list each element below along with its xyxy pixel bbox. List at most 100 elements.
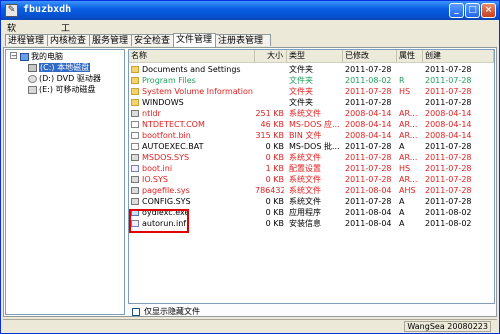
cell-modified: 2011-07-28	[345, 142, 392, 151]
cell-modified: 2011-08-04	[345, 186, 392, 195]
file-row[interactable]: Documents and Settings 文件夹 2011-07-28 2011-…	[129, 64, 494, 75]
cell-attr: R	[399, 76, 405, 85]
tree-item-drive-d[interactable]: (D:) DVD 驱动器	[28, 73, 101, 84]
cell-type: 文件夹	[289, 98, 313, 107]
tab-files[interactable]: 文件管理	[173, 33, 216, 47]
cell-name: bootfont.bin	[131, 130, 255, 141]
file-name: NTDETECT.COM	[142, 120, 205, 129]
file-name: MSDOS.SYS	[142, 153, 190, 162]
cell-size: 0 KB	[265, 142, 284, 151]
cell-attr: A	[399, 197, 405, 206]
show-hidden-option[interactable]: 仅显示隐藏文件	[132, 306, 200, 317]
file-row[interactable]: CONFIG.SYS 0 KB 系统文件 2011-07-28 A 2011-07-28	[129, 196, 494, 207]
suspicious-files-highlight	[129, 209, 189, 233]
cell-size: 0 KB	[265, 197, 284, 206]
file-icon	[131, 154, 139, 161]
cell-size: 46 KB	[260, 120, 284, 129]
cell-modified: 2011-08-02	[345, 76, 392, 85]
column-attributes[interactable]: 属性	[397, 50, 423, 62]
column-name[interactable]: 名称	[129, 50, 255, 62]
file-row[interactable]: NTDETECT.COM 46 KB MS-DOS 应... 2008-04-14 AR…	[129, 119, 494, 130]
cell-type: 系统文件	[289, 186, 321, 195]
file-row[interactable]: pagefile.sys 786432 KB 系统文件 2011-08-04 AHS 20…	[129, 185, 494, 196]
main-window: ✎ fbuzbxdh _ □ × 软件设置(Z) 工具(T) 进程管理 内核检查…	[0, 0, 500, 334]
file-icon	[131, 176, 139, 183]
cell-size: 251 KB	[255, 109, 284, 118]
cell-name: WINDOWS	[131, 97, 255, 108]
cell-created: 2011-07-28	[425, 164, 472, 173]
dvd-drive-icon	[28, 74, 37, 83]
file-list[interactable]: 名称 大小 类型 已修改 属性 创建 Documents and Setting…	[128, 49, 495, 304]
file-row[interactable]: bootfont.bin 315 KB BIN 文件 2008-04-14 AR... 2…	[129, 130, 494, 141]
cell-name: IO.SYS	[131, 174, 255, 185]
drive-tree[interactable]: − 我的电脑 (C:) 本地磁盘 (D:) DVD 驱动器 (E:) 可移动磁盘	[5, 49, 125, 315]
cell-name: pagefile.sys	[131, 185, 255, 196]
title-bar[interactable]: ✎ fbuzbxdh _ □ ×	[1, 1, 499, 20]
cell-created: 2011-07-28	[425, 142, 472, 151]
show-hidden-label: 仅显示隐藏文件	[144, 307, 200, 316]
cell-attr: AR...	[399, 109, 418, 118]
cell-type: 配置设置	[289, 164, 321, 173]
tab-registry[interactable]: 注册表管理	[215, 34, 271, 46]
tab-kernel[interactable]: 内核检查	[47, 34, 90, 46]
tab-services[interactable]: 服务管理	[89, 34, 132, 46]
cell-size: 786432 KB	[255, 186, 284, 195]
tree-item-computer[interactable]: 我的电脑	[20, 51, 63, 62]
column-modified[interactable]: 已修改	[343, 50, 397, 62]
file-icon	[131, 198, 139, 205]
minimize-icon[interactable]: _	[449, 3, 464, 18]
file-row[interactable]: WINDOWS 文件夹 2011-07-28 2011-07-28	[129, 97, 494, 108]
cell-modified: 2011-07-28	[345, 153, 392, 162]
cell-modified: 2011-07-28	[345, 175, 392, 184]
tab-security[interactable]: 安全检查	[131, 34, 174, 46]
file-row[interactable]: AUTOEXEC.BAT 0 KB MS-DOS 批... 2011-07-28 A 20…	[129, 141, 494, 152]
cell-size: 0 KB	[265, 219, 284, 228]
file-list-header: 名称 大小 类型 已修改 属性 创建	[129, 50, 494, 63]
file-row[interactable]: boot.ini 1 KB 配置设置 2011-07-28 HS 2011-07-28	[129, 163, 494, 174]
cell-attr: HS	[399, 164, 411, 173]
cell-modified: 2011-07-28	[345, 87, 392, 96]
tree-item-drive-e[interactable]: (E:) 可移动磁盘	[28, 84, 96, 95]
file-icon	[131, 121, 139, 128]
cell-type: MS-DOS 应...	[289, 120, 340, 129]
cell-name: Program Files	[131, 75, 255, 86]
app-icon[interactable]: ✎	[5, 4, 18, 17]
cell-created: 2008-04-14	[425, 120, 472, 129]
file-row[interactable]: MSDOS.SYS 0 KB 系统文件 2011-07-28 AR... 2011-07-…	[129, 152, 494, 163]
file-row[interactable]: Program Files 文件夹 2011-08-02 R 2011-07-28	[129, 75, 494, 86]
cell-name: AUTOEXEC.BAT	[131, 141, 255, 152]
close-icon[interactable]: ×	[481, 3, 496, 18]
cell-type: 安装信息	[289, 219, 321, 228]
folder-icon	[131, 77, 139, 84]
cell-type: 系统文件	[289, 175, 321, 184]
cell-modified: 2008-04-14	[345, 131, 392, 140]
removable-disk-icon	[28, 85, 37, 94]
cell-modified: 2008-04-14	[345, 109, 392, 118]
cell-attr: AR...	[399, 175, 418, 184]
file-row[interactable]: IO.SYS 0 KB 系统文件 2011-07-28 AR... 2011-07-28	[129, 174, 494, 185]
cell-name: NTDETECT.COM	[131, 119, 255, 130]
cell-type: MS-DOS 批...	[289, 142, 340, 151]
cell-name: CONFIG.SYS	[131, 196, 255, 207]
tab-process[interactable]: 进程管理	[5, 34, 48, 46]
file-icon	[131, 187, 139, 194]
show-hidden-checkbox[interactable]	[132, 307, 140, 316]
file-row[interactable]: System Volume Information 文件夹 2011-07-28 HS…	[129, 86, 494, 97]
column-created[interactable]: 创建	[423, 50, 494, 62]
file-icon	[131, 132, 139, 139]
collapse-toggle-icon[interactable]: −	[10, 52, 17, 60]
cell-attr: A	[399, 142, 405, 151]
file-name: Documents and Settings	[142, 65, 241, 74]
maximize-icon[interactable]: □	[465, 3, 480, 18]
file-row[interactable]: ntldr 251 KB 系统文件 2008-04-14 AR... 2008-04-14	[129, 108, 494, 119]
cell-attr: A	[399, 219, 405, 228]
tree-item-drive-c[interactable]: (C:) 本地磁盘	[28, 62, 91, 73]
file-name: WINDOWS	[142, 98, 184, 107]
cell-size: 0 KB	[265, 175, 284, 184]
cell-modified: 2011-07-28	[345, 65, 392, 74]
cell-modified: 2008-04-14	[345, 120, 392, 129]
cell-type: 文件夹	[289, 76, 313, 85]
column-size[interactable]: 大小	[255, 50, 287, 62]
column-type[interactable]: 类型	[287, 50, 343, 62]
cell-size: 315 KB	[255, 131, 284, 140]
